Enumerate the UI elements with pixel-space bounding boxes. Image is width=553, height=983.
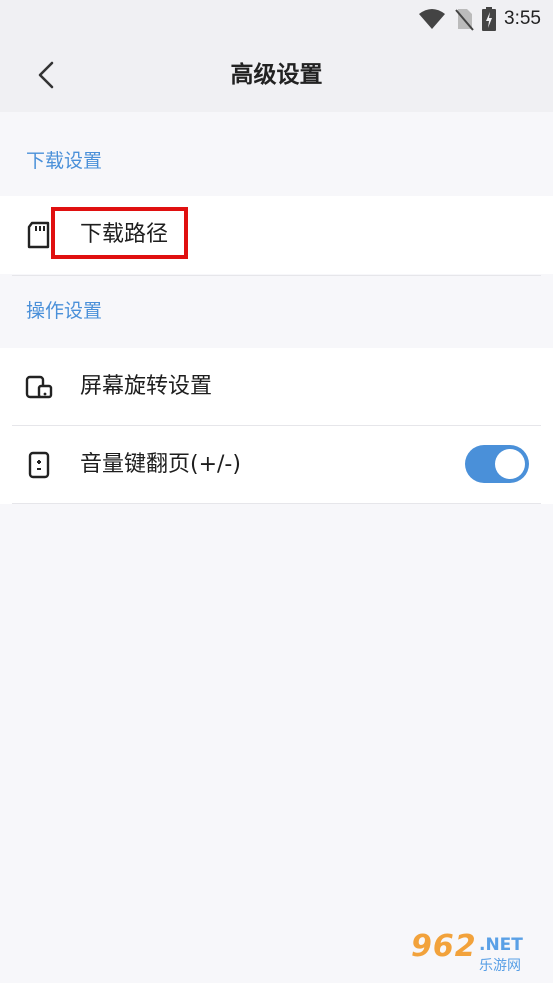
status-time: 3:55 xyxy=(504,8,541,29)
volume-key-page-turn-label: 音量键翻页(+/-) xyxy=(80,452,241,477)
divider xyxy=(12,503,541,504)
phone-volume-icon xyxy=(28,451,50,479)
no-sim-icon xyxy=(455,9,474,31)
section-label-operation: 操作设置 xyxy=(26,300,103,322)
watermark-subtitle: 乐游网 xyxy=(479,958,521,974)
section-operation: 操作设置 xyxy=(0,262,553,346)
toggle-knob xyxy=(495,449,525,479)
watermark-domain: .NET xyxy=(479,935,523,955)
watermark-brand: 962 xyxy=(411,929,477,964)
volume-key-toggle[interactable] xyxy=(465,445,529,483)
battery-charging-icon xyxy=(482,7,497,31)
section-label-download: 下载设置 xyxy=(26,150,103,172)
status-bar: 3:55 xyxy=(0,0,553,38)
highlight-box xyxy=(51,207,188,259)
page-title: 高级设置 xyxy=(230,62,323,88)
watermark-logo: 962 .NET 乐游网 xyxy=(405,929,545,977)
screen-rotation-label: 屏幕旋转设置 xyxy=(80,374,213,399)
app-header: 高级设置 xyxy=(0,38,553,112)
sd-card-icon xyxy=(27,221,50,249)
section-download: 下载设置 xyxy=(0,112,553,196)
screen-rotation-icon xyxy=(25,375,53,399)
wifi-icon xyxy=(419,9,446,29)
volume-key-page-turn-row[interactable]: 音量键翻页(+/-) xyxy=(0,426,553,504)
screen-rotation-row[interactable]: 屏幕旋转设置 xyxy=(0,348,553,426)
